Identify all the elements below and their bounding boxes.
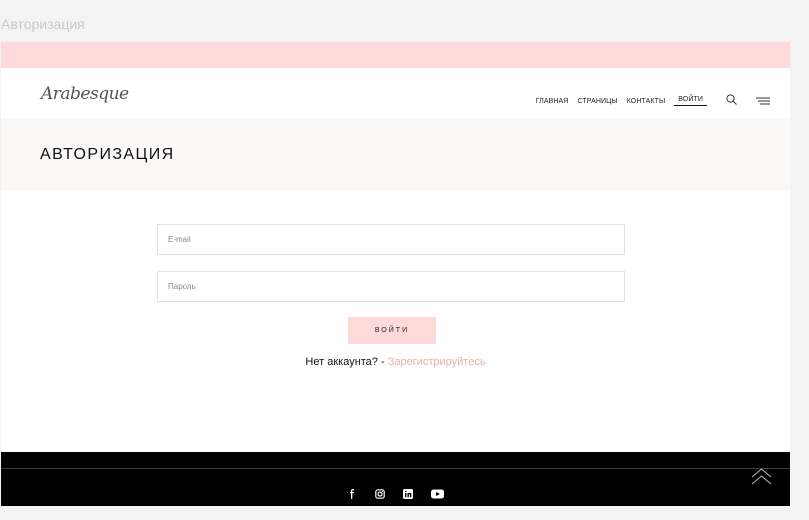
register-link[interactable]: Зарегистрируйтесь <box>388 356 486 368</box>
password-field[interactable] <box>157 271 625 302</box>
social-links <box>1 486 790 504</box>
main-nav: ГЛАВНАЯ СТРАНИЦЫ КОНТАКТЫ ВОЙТИ <box>527 92 770 110</box>
linkedin-icon[interactable] <box>403 486 413 504</box>
logo[interactable]: Arabesque <box>41 84 129 104</box>
site-footer <box>1 452 790 506</box>
promo-bar <box>1 42 790 68</box>
window-title: Авторизация <box>1 16 85 32</box>
double-chevron-up-icon[interactable] <box>751 468 772 491</box>
youtube-icon[interactable] <box>431 486 444 504</box>
no-account-text: Нет аккаунта? - <box>305 356 388 368</box>
login-button[interactable]: ВОЙТИ <box>348 317 436 344</box>
facebook-icon[interactable] <box>347 486 357 504</box>
search-icon[interactable] <box>726 92 737 110</box>
footer-divider <box>1 468 790 469</box>
nav-item-contacts[interactable]: КОНТАКТЫ <box>627 98 666 105</box>
email-field[interactable] <box>157 224 625 255</box>
site-header: Arabesque ГЛАВНАЯ СТРАНИЦЫ КОНТАКТЫ ВОЙТ… <box>1 68 790 119</box>
nav-item-login[interactable]: ВОЙТИ <box>674 96 707 106</box>
instagram-icon[interactable] <box>375 486 385 504</box>
title-band: АВТОРИЗАЦИЯ <box>1 119 790 191</box>
page-title: АВТОРИЗАЦИЯ <box>40 146 175 163</box>
nav-item-pages[interactable]: СТРАНИЦЫ <box>577 98 617 105</box>
nav-item-home[interactable]: ГЛАВНАЯ <box>536 98 569 105</box>
register-prompt: Нет аккаунта? - Зарегистрируйтесь <box>1 356 790 368</box>
page: Arabesque ГЛАВНАЯ СТРАНИЦЫ КОНТАКТЫ ВОЙТ… <box>1 42 790 506</box>
menu-icon[interactable] <box>756 92 770 110</box>
